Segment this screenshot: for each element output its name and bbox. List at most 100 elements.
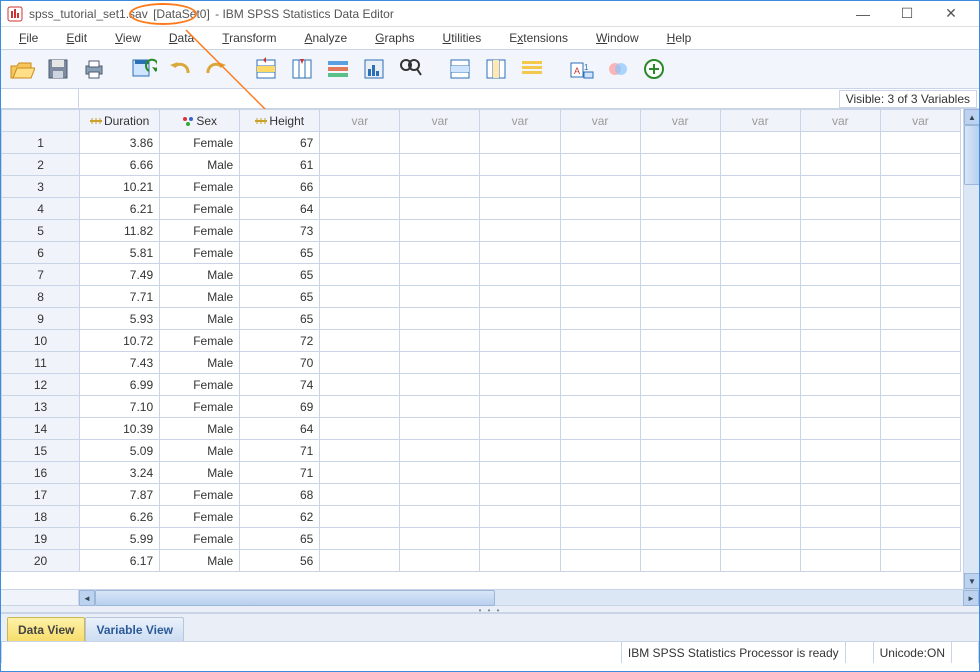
row-header[interactable]: 16 xyxy=(2,462,80,484)
empty-column-header[interactable]: var xyxy=(480,110,560,132)
empty-cell[interactable] xyxy=(720,198,800,220)
tab-variable-view[interactable]: Variable View xyxy=(85,617,184,641)
empty-cell[interactable] xyxy=(880,462,960,484)
cell[interactable]: 73 xyxy=(240,220,320,242)
empty-cell[interactable] xyxy=(400,264,480,286)
empty-cell[interactable] xyxy=(400,176,480,198)
empty-cell[interactable] xyxy=(640,286,720,308)
empty-cell[interactable] xyxy=(560,528,640,550)
empty-cell[interactable] xyxy=(480,198,560,220)
empty-cell[interactable] xyxy=(320,264,400,286)
cell[interactable]: 6.26 xyxy=(80,506,160,528)
menu-window[interactable]: Window xyxy=(582,29,653,47)
empty-cell[interactable] xyxy=(480,550,560,572)
empty-cell[interactable] xyxy=(320,352,400,374)
empty-cell[interactable] xyxy=(320,506,400,528)
empty-cell[interactable] xyxy=(880,176,960,198)
menu-view[interactable]: View xyxy=(101,29,155,47)
empty-cell[interactable] xyxy=(560,286,640,308)
row-header[interactable]: 2 xyxy=(2,154,80,176)
empty-cell[interactable] xyxy=(800,242,880,264)
cell[interactable]: Male xyxy=(160,550,240,572)
empty-cell[interactable] xyxy=(640,528,720,550)
empty-cell[interactable] xyxy=(720,550,800,572)
empty-cell[interactable] xyxy=(480,484,560,506)
data-grid[interactable]: Duration Sex Height var var var xyxy=(1,109,961,572)
empty-cell[interactable] xyxy=(320,330,400,352)
horizontal-scrollbar[interactable]: ◄ ► xyxy=(1,589,979,605)
insert-cases-icon[interactable] xyxy=(445,54,475,84)
cell[interactable]: 64 xyxy=(240,198,320,220)
cell[interactable]: 10.72 xyxy=(80,330,160,352)
row-header[interactable]: 6 xyxy=(2,242,80,264)
cell[interactable]: 6.21 xyxy=(80,198,160,220)
menu-file[interactable]: File xyxy=(5,29,52,47)
menu-transform[interactable]: Transform xyxy=(208,29,290,47)
find-icon[interactable] xyxy=(395,54,425,84)
empty-cell[interactable] xyxy=(560,352,640,374)
cell[interactable]: 65 xyxy=(240,308,320,330)
empty-cell[interactable] xyxy=(480,440,560,462)
empty-cell[interactable] xyxy=(880,374,960,396)
cell[interactable]: 71 xyxy=(240,462,320,484)
row-header[interactable]: 8 xyxy=(2,286,80,308)
empty-cell[interactable] xyxy=(480,176,560,198)
empty-cell[interactable] xyxy=(800,506,880,528)
empty-cell[interactable] xyxy=(800,220,880,242)
empty-cell[interactable] xyxy=(400,484,480,506)
empty-cell[interactable] xyxy=(560,154,640,176)
empty-cell[interactable] xyxy=(560,484,640,506)
empty-cell[interactable] xyxy=(400,132,480,154)
row-header[interactable]: 11 xyxy=(2,352,80,374)
empty-cell[interactable] xyxy=(800,462,880,484)
empty-cell[interactable] xyxy=(880,330,960,352)
empty-cell[interactable] xyxy=(560,308,640,330)
cell[interactable]: Male xyxy=(160,308,240,330)
cell[interactable]: 11.82 xyxy=(80,220,160,242)
cell[interactable]: Male xyxy=(160,440,240,462)
row-header[interactable]: 3 xyxy=(2,176,80,198)
empty-cell[interactable] xyxy=(560,220,640,242)
cell[interactable]: Female xyxy=(160,374,240,396)
empty-cell[interactable] xyxy=(400,286,480,308)
row-header[interactable]: 14 xyxy=(2,418,80,440)
empty-cell[interactable] xyxy=(800,396,880,418)
empty-column-header[interactable]: var xyxy=(640,110,720,132)
empty-cell[interactable] xyxy=(480,220,560,242)
empty-cell[interactable] xyxy=(880,418,960,440)
empty-cell[interactable] xyxy=(640,264,720,286)
empty-cell[interactable] xyxy=(800,132,880,154)
empty-cell[interactable] xyxy=(480,374,560,396)
empty-cell[interactable] xyxy=(320,396,400,418)
cell[interactable]: 66 xyxy=(240,176,320,198)
empty-cell[interactable] xyxy=(400,396,480,418)
empty-cell[interactable] xyxy=(720,264,800,286)
empty-cell[interactable] xyxy=(480,242,560,264)
empty-column-header[interactable]: var xyxy=(720,110,800,132)
empty-cell[interactable] xyxy=(560,396,640,418)
variables-icon[interactable] xyxy=(323,54,353,84)
cell[interactable]: 3.86 xyxy=(80,132,160,154)
empty-cell[interactable] xyxy=(480,264,560,286)
empty-cell[interactable] xyxy=(400,418,480,440)
empty-cell[interactable] xyxy=(320,440,400,462)
cell[interactable]: Male xyxy=(160,418,240,440)
empty-cell[interactable] xyxy=(800,352,880,374)
empty-cell[interactable] xyxy=(640,220,720,242)
empty-cell[interactable] xyxy=(720,396,800,418)
run-descriptives-icon[interactable] xyxy=(359,54,389,84)
column-header-sex[interactable]: Sex xyxy=(160,110,240,132)
scroll-left-icon[interactable]: ◄ xyxy=(79,590,95,606)
menu-help[interactable]: Help xyxy=(653,29,706,47)
empty-cell[interactable] xyxy=(880,396,960,418)
cell[interactable]: 7.87 xyxy=(80,484,160,506)
empty-cell[interactable] xyxy=(720,484,800,506)
cell[interactable]: Female xyxy=(160,396,240,418)
empty-cell[interactable] xyxy=(720,308,800,330)
empty-cell[interactable] xyxy=(720,176,800,198)
menu-edit[interactable]: Edit xyxy=(52,29,101,47)
empty-cell[interactable] xyxy=(800,550,880,572)
cell[interactable]: 7.43 xyxy=(80,352,160,374)
cell[interactable]: 7.10 xyxy=(80,396,160,418)
empty-cell[interactable] xyxy=(320,220,400,242)
